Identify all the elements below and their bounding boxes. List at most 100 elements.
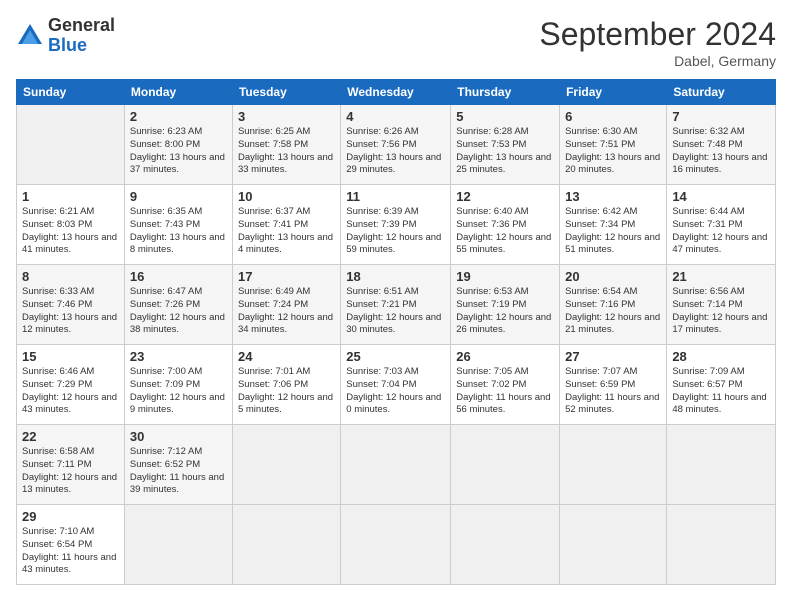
calendar-cell: 14 Sunrise: 6:44 AM Sunset: 7:31 PM Dayli…	[667, 185, 776, 265]
calendar-cell: 5 Sunrise: 6:28 AM Sunset: 7:53 PM Daylig…	[451, 105, 560, 185]
calendar-cell	[232, 425, 340, 505]
calendar-header-wednesday: Wednesday	[341, 80, 451, 105]
calendar-header-friday: Friday	[560, 80, 667, 105]
day-info: Sunrise: 7:01 AM Sunset: 7:06 PM Dayligh…	[238, 366, 335, 417]
calendar-week-2: 8Sunrise: 6:33 AM Sunset: 7:46 PM Daylig…	[17, 265, 776, 345]
calendar-week-1: 1 Sunrise: 6:21 AM Sunset: 8:03 PM Daylig…	[17, 185, 776, 265]
calendar-cell: 27 Sunrise: 7:07 AM Sunset: 6:59 PM Dayli…	[560, 345, 667, 425]
calendar-cell: 30 Sunrise: 7:12 AM Sunset: 6:52 PM Dayli…	[124, 425, 232, 505]
day-info: Sunrise: 6:53 AM Sunset: 7:19 PM Dayligh…	[456, 286, 554, 337]
calendar-header-row: SundayMondayTuesdayWednesdayThursdayFrid…	[17, 80, 776, 105]
day-number: 4	[346, 109, 445, 124]
day-info: Sunrise: 7:07 AM Sunset: 6:59 PM Dayligh…	[565, 366, 661, 417]
day-number: 14	[672, 189, 770, 204]
calendar-cell: 2Sunrise: 6:23 AM Sunset: 8:00 PM Daylig…	[124, 105, 232, 185]
day-info: Sunrise: 7:00 AM Sunset: 7:09 PM Dayligh…	[130, 366, 227, 417]
day-number: 29	[22, 509, 119, 524]
header: General Blue September 2024 Dabel, Germa…	[16, 16, 776, 69]
calendar-cell	[124, 505, 232, 585]
day-number: 19	[456, 269, 554, 284]
day-number: 2	[130, 109, 227, 124]
calendar-cell	[560, 505, 667, 585]
calendar-header-monday: Monday	[124, 80, 232, 105]
day-info: Sunrise: 6:28 AM Sunset: 7:53 PM Dayligh…	[456, 126, 554, 177]
calendar-cell: 28Sunrise: 7:09 AM Sunset: 6:57 PM Dayli…	[667, 345, 776, 425]
day-number: 9	[130, 189, 227, 204]
day-info: Sunrise: 6:37 AM Sunset: 7:41 PM Dayligh…	[238, 206, 335, 257]
day-info: Sunrise: 7:10 AM Sunset: 6:54 PM Dayligh…	[22, 526, 119, 577]
title-block: September 2024 Dabel, Germany	[539, 16, 776, 69]
calendar-cell: 17Sunrise: 6:49 AM Sunset: 7:24 PM Dayli…	[232, 265, 340, 345]
day-number: 27	[565, 349, 661, 364]
calendar-cell: 6 Sunrise: 6:30 AM Sunset: 7:51 PM Daylig…	[560, 105, 667, 185]
day-info: Sunrise: 6:51 AM Sunset: 7:21 PM Dayligh…	[346, 286, 445, 337]
day-info: Sunrise: 6:49 AM Sunset: 7:24 PM Dayligh…	[238, 286, 335, 337]
calendar-cell	[560, 425, 667, 505]
calendar-cell: 3 Sunrise: 6:25 AM Sunset: 7:58 PM Daylig…	[232, 105, 340, 185]
calendar-cell: 11 Sunrise: 6:39 AM Sunset: 7:39 PM Dayli…	[341, 185, 451, 265]
day-info: Sunrise: 6:39 AM Sunset: 7:39 PM Dayligh…	[346, 206, 445, 257]
day-number: 16	[130, 269, 227, 284]
calendar-cell: 4 Sunrise: 6:26 AM Sunset: 7:56 PM Daylig…	[341, 105, 451, 185]
calendar-cell: 16 Sunrise: 6:47 AM Sunset: 7:26 PM Dayli…	[124, 265, 232, 345]
day-info: Sunrise: 6:32 AM Sunset: 7:48 PM Dayligh…	[672, 126, 770, 177]
calendar-cell	[451, 425, 560, 505]
calendar-cell	[17, 105, 125, 185]
day-info: Sunrise: 6:33 AM Sunset: 7:46 PM Dayligh…	[22, 286, 119, 337]
page: General Blue September 2024 Dabel, Germa…	[0, 0, 792, 612]
day-number: 6	[565, 109, 661, 124]
logo-icon	[16, 22, 44, 50]
day-info: Sunrise: 6:47 AM Sunset: 7:26 PM Dayligh…	[130, 286, 227, 337]
day-info: Sunrise: 6:30 AM Sunset: 7:51 PM Dayligh…	[565, 126, 661, 177]
day-number: 3	[238, 109, 335, 124]
day-info: Sunrise: 6:21 AM Sunset: 8:03 PM Dayligh…	[22, 206, 119, 257]
day-info: Sunrise: 7:12 AM Sunset: 6:52 PM Dayligh…	[130, 446, 227, 497]
calendar-cell: 24 Sunrise: 7:01 AM Sunset: 7:06 PM Dayli…	[232, 345, 340, 425]
day-info: Sunrise: 6:25 AM Sunset: 7:58 PM Dayligh…	[238, 126, 335, 177]
day-number: 12	[456, 189, 554, 204]
day-info: Sunrise: 7:09 AM Sunset: 6:57 PM Dayligh…	[672, 366, 770, 417]
day-number: 7	[672, 109, 770, 124]
day-info: Sunrise: 6:42 AM Sunset: 7:34 PM Dayligh…	[565, 206, 661, 257]
calendar-cell: 26 Sunrise: 7:05 AM Sunset: 7:02 PM Dayli…	[451, 345, 560, 425]
logo: General Blue	[16, 16, 115, 56]
day-number: 10	[238, 189, 335, 204]
calendar-cell: 13Sunrise: 6:42 AM Sunset: 7:34 PM Dayli…	[560, 185, 667, 265]
day-number: 5	[456, 109, 554, 124]
calendar-cell: 18 Sunrise: 6:51 AM Sunset: 7:21 PM Dayli…	[341, 265, 451, 345]
calendar-cell: 29 Sunrise: 7:10 AM Sunset: 6:54 PM Dayli…	[17, 505, 125, 585]
calendar-header-saturday: Saturday	[667, 80, 776, 105]
day-number: 18	[346, 269, 445, 284]
day-number: 15	[22, 349, 119, 364]
day-number: 25	[346, 349, 445, 364]
location: Dabel, Germany	[539, 53, 776, 69]
calendar-header-sunday: Sunday	[17, 80, 125, 105]
month-title: September 2024	[539, 16, 776, 53]
day-number: 26	[456, 349, 554, 364]
calendar-cell	[341, 425, 451, 505]
calendar-cell: 12 Sunrise: 6:40 AM Sunset: 7:36 PM Dayli…	[451, 185, 560, 265]
calendar-cell	[667, 425, 776, 505]
day-info: Sunrise: 6:44 AM Sunset: 7:31 PM Dayligh…	[672, 206, 770, 257]
day-info: Sunrise: 6:56 AM Sunset: 7:14 PM Dayligh…	[672, 286, 770, 337]
day-number: 23	[130, 349, 227, 364]
calendar-cell	[232, 505, 340, 585]
day-info: Sunrise: 6:58 AM Sunset: 7:11 PM Dayligh…	[22, 446, 119, 497]
day-number: 1	[22, 189, 119, 204]
day-number: 30	[130, 429, 227, 444]
day-info: Sunrise: 6:26 AM Sunset: 7:56 PM Dayligh…	[346, 126, 445, 177]
day-info: Sunrise: 7:03 AM Sunset: 7:04 PM Dayligh…	[346, 366, 445, 417]
day-info: Sunrise: 6:40 AM Sunset: 7:36 PM Dayligh…	[456, 206, 554, 257]
calendar-cell: 23 Sunrise: 7:00 AM Sunset: 7:09 PM Dayli…	[124, 345, 232, 425]
calendar-cell: 8Sunrise: 6:33 AM Sunset: 7:46 PM Daylig…	[17, 265, 125, 345]
day-number: 24	[238, 349, 335, 364]
day-number: 21	[672, 269, 770, 284]
calendar-header-tuesday: Tuesday	[232, 80, 340, 105]
day-number: 11	[346, 189, 445, 204]
logo-general: General	[48, 16, 115, 36]
calendar-week-4: 22Sunrise: 6:58 AM Sunset: 7:11 PM Dayli…	[17, 425, 776, 505]
day-info: Sunrise: 7:05 AM Sunset: 7:02 PM Dayligh…	[456, 366, 554, 417]
calendar-week-0: 2Sunrise: 6:23 AM Sunset: 8:00 PM Daylig…	[17, 105, 776, 185]
calendar-week-5: 29 Sunrise: 7:10 AM Sunset: 6:54 PM Dayli…	[17, 505, 776, 585]
calendar-cell: 1 Sunrise: 6:21 AM Sunset: 8:03 PM Daylig…	[17, 185, 125, 265]
